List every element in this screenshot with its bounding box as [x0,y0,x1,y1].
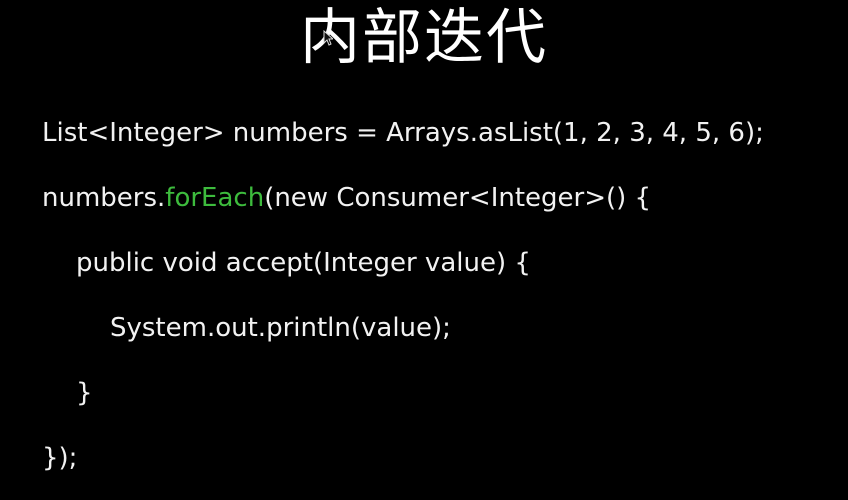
code-block: List<Integer> numbers = Arrays.asList(1,… [0,0,848,500]
code-token-rest: (new Consumer<Integer>() { [264,183,652,213]
mouse-pointer-icon [323,30,333,46]
code-token-receiver: numbers. [42,183,166,213]
code-line-1: List<Integer> numbers = Arrays.asList(1,… [42,118,764,148]
code-line-6: }); [42,443,78,473]
code-line-3: public void accept(Integer value) { [76,248,531,278]
code-line-4: System.out.println(value); [110,313,451,343]
code-line-2: numbers.forEach(new Consumer<Integer>() … [42,183,651,213]
presentation-slide: 内部迭代 List<Integer> numbers = Arrays.asLi… [0,0,848,500]
code-line-5: } [76,378,93,408]
code-token-foreach-highlight: forEach [165,183,265,213]
